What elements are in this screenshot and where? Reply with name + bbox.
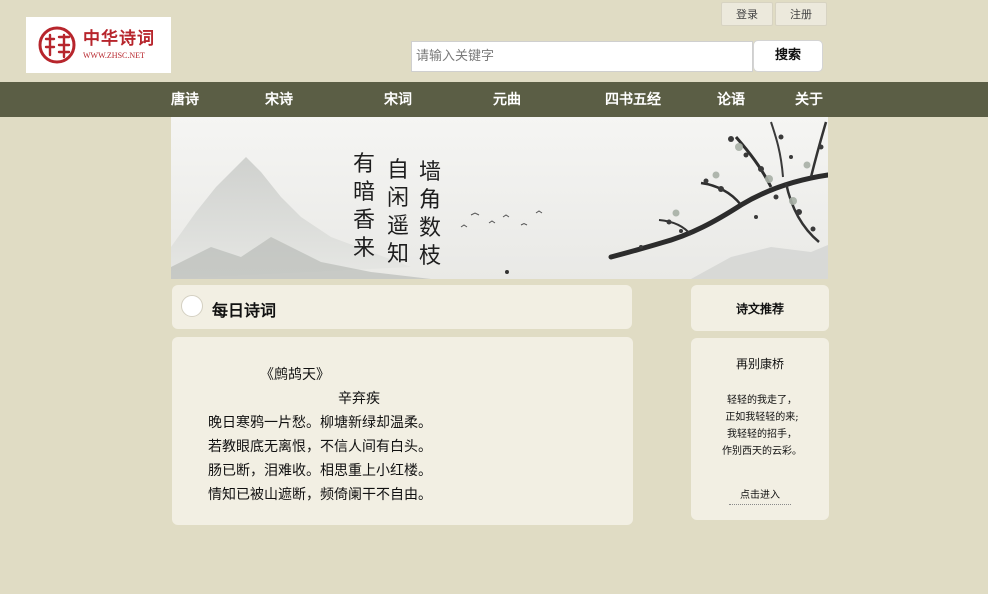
nav-item-song-ci[interactable]: 宋词 bbox=[384, 82, 412, 117]
poem-author: 辛弃疾 bbox=[338, 391, 380, 407]
enter-link[interactable]: 点击进入 bbox=[729, 486, 791, 505]
poem-line: 肠已断，泪难收。相思重上小红楼。 bbox=[208, 463, 432, 479]
circle-icon bbox=[181, 295, 203, 317]
main-nav: 唐诗 宋诗 宋词 元曲 四书五经 论语 关于 bbox=[0, 82, 988, 117]
search-input[interactable] bbox=[411, 41, 753, 72]
poem-seal-icon bbox=[38, 26, 76, 64]
logo-name-cn: 中华诗词 bbox=[83, 28, 155, 49]
recommend-poem-line: 正如我轻轻的来; bbox=[725, 412, 799, 423]
nav-item-four-books[interactable]: 四书五经 bbox=[605, 82, 661, 117]
daily-poem-title: 每日诗词 bbox=[212, 301, 277, 320]
poem-line: 晚日寒鸦一片愁。柳塘新绿却温柔。 bbox=[208, 415, 432, 431]
carousel-indicator[interactable] bbox=[505, 270, 509, 274]
page: 中华诗词 WWW.ZHSC.NET 登录 注册 搜索 唐诗 宋诗 宋词 元曲 四… bbox=[0, 0, 988, 594]
calligraphy-column-3: 墙角数枝 bbox=[419, 160, 441, 269]
poem-line: 情知已被山遮断，频倚阑干不自由。 bbox=[208, 487, 432, 503]
hero-banner[interactable]: 有暗香来 自闲遥知 墙角数枝 bbox=[171, 117, 828, 279]
site-logo[interactable]: 中华诗词 WWW.ZHSC.NET bbox=[26, 17, 171, 73]
recommend-poem-line: 我轻轻的招手， bbox=[727, 429, 797, 440]
recommend-card: 再别康桥 轻轻的我走了， 正如我轻轻的来; 我轻轻的招手， 作别西天的云彩。 点… bbox=[691, 338, 829, 520]
nav-item-yuan-qu[interactable]: 元曲 bbox=[493, 82, 521, 117]
recommend-poem-line: 作别西天的云彩。 bbox=[722, 446, 802, 457]
nav-item-song-poetry[interactable]: 宋诗 bbox=[265, 82, 293, 117]
daily-poem-card: 《鹧鸪天》 辛弃疾 晚日寒鸦一片愁。柳塘新绿却温柔。 若教眼底无离恨，不信人间有… bbox=[172, 337, 633, 525]
ink-painting-illustration: 有暗香来 自闲遥知 墙角数枝 bbox=[171, 121, 828, 279]
recommend-header: 诗文推荐 bbox=[691, 285, 829, 331]
recommend-poem-title: 再别康桥 bbox=[735, 357, 784, 371]
recommend-poem-line: 轻轻的我走了， bbox=[727, 395, 797, 406]
logo-name-en: WWW.ZHSC.NET bbox=[83, 50, 145, 60]
calligraphy-column-1: 有暗香来 bbox=[353, 152, 375, 261]
nav-item-about[interactable]: 关于 bbox=[795, 82, 823, 117]
nav-item-tang-poetry[interactable]: 唐诗 bbox=[171, 82, 199, 117]
recommend-title: 诗文推荐 bbox=[735, 302, 784, 316]
register-button[interactable]: 注册 bbox=[775, 2, 827, 26]
calligraphy-column-2: 自闲遥知 bbox=[387, 158, 409, 267]
poem-line: 若教眼底无离恨，不信人间有白头。 bbox=[208, 439, 432, 455]
search-button[interactable]: 搜索 bbox=[753, 40, 823, 72]
logo-text: 中华诗词 WWW.ZHSC.NET bbox=[83, 28, 155, 60]
poem-title: 《鹧鸪天》 bbox=[260, 367, 330, 383]
nav-item-analects[interactable]: 论语 bbox=[717, 82, 745, 117]
daily-poem-header: 每日诗词 bbox=[172, 285, 632, 329]
login-button[interactable]: 登录 bbox=[721, 2, 773, 26]
